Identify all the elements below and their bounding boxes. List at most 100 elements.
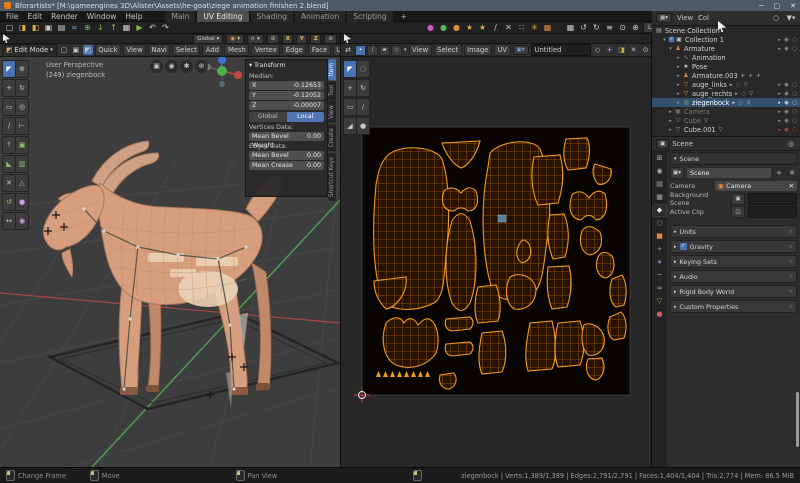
pivot-dropdown[interactable]: ◉ ▾	[226, 34, 244, 44]
uv-sync-icon[interactable]: ⇄	[343, 45, 353, 55]
tree-row-auge-links[interactable]: ▸ ▽ auge_links ▸ ◌ ▽ ▸ ◉ ▢	[652, 80, 800, 89]
workspace-tab-animation[interactable]: Animation	[295, 10, 346, 22]
output-tab[interactable]: ▤	[653, 179, 666, 190]
open-file-icon[interactable]: ◨	[17, 23, 28, 33]
uv-vertex-mode-icon[interactable]: ∙	[355, 44, 366, 56]
proportional-edit-toggle[interactable]: ⊘	[266, 34, 280, 44]
tree-row-cube-001[interactable]: ▸ ▽ Cube.001 ▽ ▸ ◉ ▢	[652, 125, 800, 134]
row-visibility-icons[interactable]: ▸ ◉ ▢	[778, 37, 798, 43]
particles-tab[interactable]: ∗	[653, 257, 666, 268]
unlink-image-icon[interactable]: ✕	[629, 45, 639, 55]
menu-uv3d[interactable]: UV	[332, 44, 340, 56]
units-section[interactable]: ▸ Units ≡	[670, 225, 797, 238]
menu-add[interactable]: Add	[202, 44, 223, 56]
uv-scale-tool[interactable]: ▭	[343, 98, 357, 116]
local-space-button[interactable]: Local	[286, 112, 324, 122]
menu-window[interactable]: Window	[87, 12, 117, 21]
select-vertex-mode-icon[interactable]: ▢	[59, 45, 69, 55]
uv-face-mode-icon[interactable]: ▰	[379, 44, 390, 56]
audio-section[interactable]: ▸ Audio ≡	[670, 270, 797, 283]
new-file-icon[interactable]: ▢	[4, 23, 15, 33]
modifiers-tab[interactable]: +	[653, 244, 666, 255]
redo-arrow-icon[interactable]: ↻	[591, 23, 602, 33]
transform-panel-title[interactable]: ▾ Transform	[246, 60, 327, 71]
edge-slide-tool[interactable]: ↔	[2, 212, 16, 230]
bevel-tool[interactable]: ◣	[2, 155, 16, 173]
import-icon[interactable]: ↓	[95, 23, 106, 33]
transform-tool[interactable]: ◎	[15, 98, 29, 116]
material-dot-icon[interactable]: ●	[425, 23, 436, 33]
properties-editor-dropdown[interactable]: ▣	[656, 138, 670, 149]
menu-uv-image[interactable]: Image	[463, 44, 492, 56]
open-recent-icon[interactable]: ◧	[30, 23, 41, 33]
favorite-star-2-icon[interactable]: ★	[477, 23, 488, 33]
menu-edge[interactable]: Edge	[282, 44, 307, 56]
outliner-filter-icon[interactable]: ▼▾	[786, 13, 796, 23]
minimize-button[interactable]: ─	[759, 2, 763, 10]
workspace-tab-main[interactable]: Main	[165, 10, 196, 22]
expand-arrow-icon[interactable]: ▸	[675, 100, 682, 106]
properties-scrollbar[interactable]	[796, 392, 799, 447]
export-icon[interactable]: ↑	[108, 23, 119, 33]
median-y-field[interactable]: Y -0.12052	[249, 91, 324, 100]
shading-dot-icon[interactable]: ●	[438, 23, 449, 33]
tweak-select-tool[interactable]: ◤	[2, 60, 16, 78]
tree-row-cube[interactable]: ▸ ▽ Cube ▽ ▸ ◉ ▢	[652, 116, 800, 125]
uv-move-tool[interactable]: +	[343, 79, 357, 97]
uv-grab-tool[interactable]: ●	[356, 117, 370, 135]
render-animation-icon[interactable]: ▶	[134, 23, 145, 33]
menu-face[interactable]: Face	[308, 44, 331, 56]
vertex-bevel-weight-field[interactable]: Mean Bevel Weight 0.00	[249, 132, 324, 149]
workspace-tab-scripting[interactable]: Scripting	[347, 10, 393, 22]
scale-tool[interactable]: ▭	[2, 98, 16, 116]
append-icon[interactable]: ⊕	[82, 23, 93, 33]
row-visibility-icons[interactable]: ▸ ◉ ▢	[778, 82, 798, 88]
median-z-field[interactable]: Z -0.00007	[249, 101, 324, 110]
physics-tab[interactable]: ~	[653, 270, 666, 281]
workspace-tab-shading[interactable]: Shading	[250, 10, 293, 22]
uv-select-tool[interactable]: ◤	[343, 60, 357, 78]
menu-vertex[interactable]: Vertex	[251, 44, 281, 56]
repeat-icon[interactable]: ⊙	[617, 23, 628, 33]
menu-render[interactable]: Render	[51, 12, 78, 21]
world-tab[interactable]: ○	[653, 218, 666, 229]
menu-select3d[interactable]: Select	[172, 44, 201, 56]
tree-row-camera[interactable]: ▸ ▣ Camera ▸ ◉ ▢	[652, 107, 800, 116]
outliner-menu-col[interactable]: Col	[698, 14, 709, 22]
expand-arrow-icon[interactable]: ▸	[667, 118, 674, 124]
tree-row-scene-collection[interactable]: ▤ Scene Collection	[652, 26, 800, 35]
outliner-menu-view[interactable]: View	[677, 14, 693, 22]
tree-row-pose[interactable]: ▸ ★ Pose	[652, 62, 800, 71]
tree-row-auge-rechts[interactable]: ▸ ▽ auge_rechts ▸ ◌ ▽ ▸ ◉ ▢	[652, 89, 800, 98]
save-as-icon[interactable]: ▤	[56, 23, 67, 33]
snap-dropdown[interactable]: ∩ ▾	[246, 34, 264, 44]
pin-icon[interactable]: ◎	[786, 139, 796, 149]
outliner-search-icon[interactable]: ○	[771, 13, 781, 23]
expand-arrow-icon[interactable]: ▸	[667, 127, 674, 133]
new-scene-icon[interactable]: +	[774, 168, 784, 178]
expand-arrow-icon[interactable]: ▸	[675, 82, 682, 88]
cursor-tool[interactable]: ⊕	[15, 60, 29, 78]
uv-island-mode-icon[interactable]: ◇	[391, 44, 402, 56]
scene-panel-header[interactable]: ▾ Scene	[670, 152, 797, 165]
object-tab[interactable]: ■	[653, 231, 666, 242]
annotate-pen-icon[interactable]: ∕	[490, 23, 501, 33]
expand-arrow-icon[interactable]: ▸	[675, 64, 682, 70]
axis-z-button[interactable]: Z	[310, 34, 322, 44]
sticky-select-dropdown[interactable]: ▾	[404, 47, 407, 53]
adjust-icon[interactable]: ⊕	[630, 23, 641, 33]
measure-tool[interactable]: ⊢	[15, 117, 29, 135]
menu-mesh[interactable]: Mesh	[224, 44, 250, 56]
inset-tool[interactable]: ▣	[15, 136, 29, 154]
outliner-editor-dropdown[interactable]: ▦▾	[656, 13, 672, 23]
orientation-dropdown[interactable]: Global ▾	[193, 34, 224, 44]
new-image-icon[interactable]: +	[605, 45, 615, 55]
image-datablock-icon[interactable]: ▣▾	[512, 45, 529, 55]
refresh-icon[interactable]: ⊙	[641, 45, 651, 55]
workspace-tab-uv-editing[interactable]: UV Editing	[197, 10, 249, 22]
expand-arrow-icon[interactable]: ▸	[667, 109, 674, 115]
sidebar-tab-shortcut-keys[interactable]: Shortcut Keys	[328, 152, 336, 201]
knife-tool[interactable]: ✕	[2, 174, 16, 192]
add-workspace-button[interactable]: +	[395, 11, 413, 22]
scene-datablock-field[interactable]: Scene	[687, 167, 771, 178]
